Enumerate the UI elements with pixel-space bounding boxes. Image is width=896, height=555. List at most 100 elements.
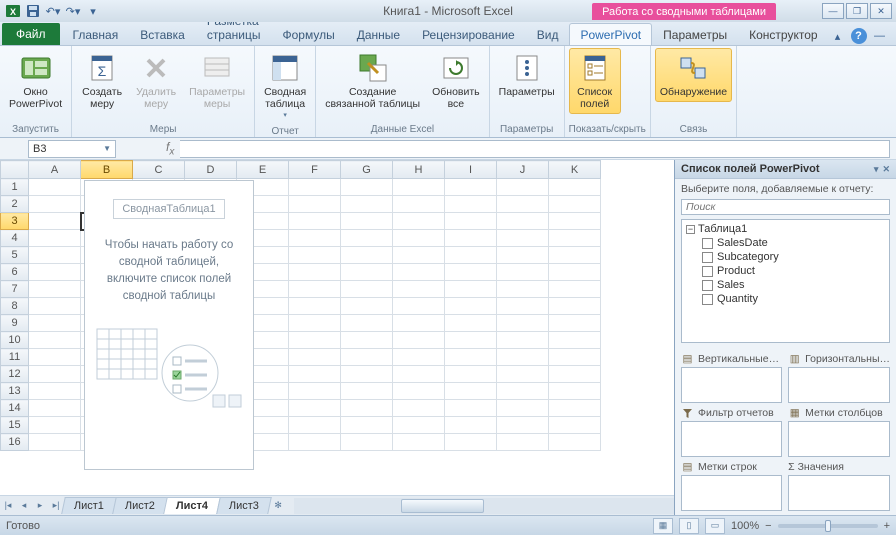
ribbon-linked-table-button[interactable]: Созданиесвязанной таблицы: [320, 48, 425, 114]
field-row[interactable]: Subcategory: [686, 251, 885, 263]
cell[interactable]: [341, 179, 393, 196]
cell[interactable]: [549, 298, 601, 315]
column-header[interactable]: G: [341, 161, 393, 179]
cell[interactable]: [549, 417, 601, 434]
sheet-tab[interactable]: Лист1: [61, 497, 117, 514]
tab-view[interactable]: Вид: [526, 23, 570, 45]
cell[interactable]: [29, 315, 81, 332]
row-header[interactable]: 15: [1, 417, 29, 434]
cell[interactable]: [393, 349, 445, 366]
undo-icon[interactable]: ↶▾: [44, 2, 62, 20]
cell[interactable]: [393, 315, 445, 332]
cell[interactable]: [549, 315, 601, 332]
cell[interactable]: [445, 332, 497, 349]
cell[interactable]: [497, 298, 549, 315]
cell[interactable]: [29, 383, 81, 400]
ribbon-refresh-all-button[interactable]: Обновитьвсе: [427, 48, 485, 114]
cell[interactable]: [549, 196, 601, 213]
fx-icon[interactable]: fx: [166, 140, 174, 157]
workbook-minimize-icon[interactable]: —: [871, 27, 889, 45]
cell[interactable]: [445, 366, 497, 383]
area-column-labels[interactable]: ▦Метки столбцов: [788, 407, 890, 457]
cell[interactable]: [445, 281, 497, 298]
cell[interactable]: [445, 383, 497, 400]
row-header[interactable]: 11: [1, 349, 29, 366]
collapse-icon[interactable]: −: [686, 225, 695, 234]
field-checkbox[interactable]: [702, 252, 713, 263]
field-checkbox[interactable]: [702, 294, 713, 305]
cell[interactable]: [497, 349, 549, 366]
row-header[interactable]: 14: [1, 400, 29, 417]
cell[interactable]: [549, 230, 601, 247]
tab-formulas[interactable]: Формулы: [271, 23, 345, 45]
cell[interactable]: [341, 213, 393, 230]
grid[interactable]: ABCDEFGHIJK12345678910111213141516 Сводн…: [0, 160, 674, 495]
field-row[interactable]: Product: [686, 265, 885, 277]
sheet-tab[interactable]: Лист2: [112, 497, 168, 514]
cell[interactable]: [393, 247, 445, 264]
row-header[interactable]: 9: [1, 315, 29, 332]
cell[interactable]: [549, 349, 601, 366]
cell[interactable]: [497, 247, 549, 264]
cell[interactable]: [289, 400, 341, 417]
cell[interactable]: [497, 332, 549, 349]
cell[interactable]: [289, 230, 341, 247]
ribbon-detect-button[interactable]: Обнаружение: [655, 48, 732, 102]
help-icon[interactable]: ?: [851, 28, 867, 44]
cell[interactable]: [445, 434, 497, 451]
sheet-tab[interactable]: Лист3: [216, 497, 272, 514]
cell[interactable]: [341, 264, 393, 281]
column-header[interactable]: B: [81, 161, 133, 179]
cell[interactable]: [549, 434, 601, 451]
sheet-nav-next-icon[interactable]: ▸: [32, 498, 48, 514]
cell[interactable]: [29, 417, 81, 434]
column-header[interactable]: E: [237, 161, 289, 179]
column-header[interactable]: K: [549, 161, 601, 179]
tab-home[interactable]: Главная: [62, 23, 130, 45]
minimize-button[interactable]: —: [822, 3, 844, 19]
cell[interactable]: [445, 196, 497, 213]
cell[interactable]: [549, 281, 601, 298]
restore-button[interactable]: ❐: [846, 3, 868, 19]
cell[interactable]: [29, 434, 81, 451]
cell[interactable]: [341, 298, 393, 315]
field-search-input[interactable]: [681, 199, 890, 215]
cell[interactable]: [341, 383, 393, 400]
cell[interactable]: [549, 400, 601, 417]
cell[interactable]: [497, 230, 549, 247]
table-node[interactable]: − Таблица1: [686, 223, 885, 235]
area-values[interactable]: Σ Значения: [788, 461, 890, 511]
zoom-slider[interactable]: [778, 524, 878, 528]
cell[interactable]: [549, 383, 601, 400]
cell[interactable]: [341, 332, 393, 349]
qat-customize-icon[interactable]: ▾: [84, 2, 102, 20]
area-report-filter[interactable]: Фильтр отчетов: [681, 407, 782, 457]
cell[interactable]: [341, 281, 393, 298]
name-box-dropdown-icon[interactable]: ▼: [103, 144, 111, 153]
cell[interactable]: [549, 213, 601, 230]
cell[interactable]: [29, 349, 81, 366]
ribbon-field-list-button[interactable]: Списокполей: [569, 48, 621, 114]
field-tree[interactable]: − Таблица1 SalesDateSubcategoryProductSa…: [681, 219, 890, 343]
cell[interactable]: [445, 213, 497, 230]
cell[interactable]: [289, 179, 341, 196]
cell[interactable]: [29, 213, 81, 230]
row-header[interactable]: 10: [1, 332, 29, 349]
column-header[interactable]: A: [29, 161, 81, 179]
cell[interactable]: [393, 179, 445, 196]
sheet-nav-first-icon[interactable]: |◂: [0, 498, 16, 514]
cell[interactable]: [393, 298, 445, 315]
cell[interactable]: [445, 230, 497, 247]
cell[interactable]: [393, 366, 445, 383]
column-header[interactable]: F: [289, 161, 341, 179]
column-header[interactable]: J: [497, 161, 549, 179]
cell[interactable]: [497, 383, 549, 400]
cell[interactable]: [393, 281, 445, 298]
cell[interactable]: [29, 247, 81, 264]
cell[interactable]: [445, 315, 497, 332]
cell[interactable]: [445, 264, 497, 281]
cell[interactable]: [549, 366, 601, 383]
cell[interactable]: [29, 196, 81, 213]
sheet-nav-prev-icon[interactable]: ◂: [16, 498, 32, 514]
cell[interactable]: [393, 230, 445, 247]
